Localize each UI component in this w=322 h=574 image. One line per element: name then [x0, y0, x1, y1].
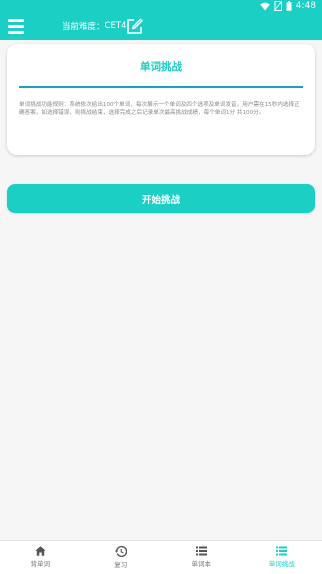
status-icons: 4:48 — [259, 1, 316, 11]
menu-icon[interactable] — [8, 18, 26, 34]
card-divider — [19, 86, 303, 88]
bottom-nav: 背单词 复习 单词本 单词挑战 — [0, 540, 322, 574]
difficulty-indicator: 当前难度： CET4 — [62, 20, 126, 32]
edit-icon[interactable] — [126, 18, 143, 35]
wifi-icon — [259, 2, 270, 10]
nav-item-word-challenge[interactable]: 单词挑战 — [242, 541, 322, 574]
status-time: 4:48 — [295, 1, 316, 11]
nav-label-wordbook: 单词本 — [191, 560, 212, 568]
nav-item-memorize[interactable]: 背单词 — [0, 541, 81, 574]
home-icon — [35, 546, 46, 556]
list-icon — [276, 546, 288, 556]
difficulty-label: 当前难度： — [62, 22, 105, 32]
history-icon — [114, 546, 127, 557]
nav-label-review: 复习 — [114, 561, 128, 569]
start-challenge-button[interactable]: 开始挑战 — [7, 184, 315, 213]
nav-item-review[interactable]: 复习 — [81, 541, 162, 574]
card-title: 单词挑战 — [140, 61, 182, 73]
no-sim-icon — [273, 1, 282, 11]
nav-item-wordbook[interactable]: 单词本 — [161, 541, 242, 574]
battery-icon — [286, 1, 292, 11]
app-bar: 当前难度： CET4 — [0, 14, 322, 40]
difficulty-value: CET4 — [104, 21, 127, 31]
nav-label-memorize: 背单词 — [30, 560, 51, 568]
status-bar: 4:48 — [0, 0, 322, 14]
challenge-rules-text: 单词挑战功能规则：系统依次给出100个单词，每次展示一个单词及四个选项及单词发音… — [19, 102, 300, 117]
list-icon — [195, 546, 207, 556]
challenge-info-card: 单词挑战 单词挑战功能规则：系统依次给出100个单词，每次展示一个单词及四个选项… — [7, 44, 315, 155]
nav-label-word-challenge: 单词挑战 — [268, 560, 295, 568]
